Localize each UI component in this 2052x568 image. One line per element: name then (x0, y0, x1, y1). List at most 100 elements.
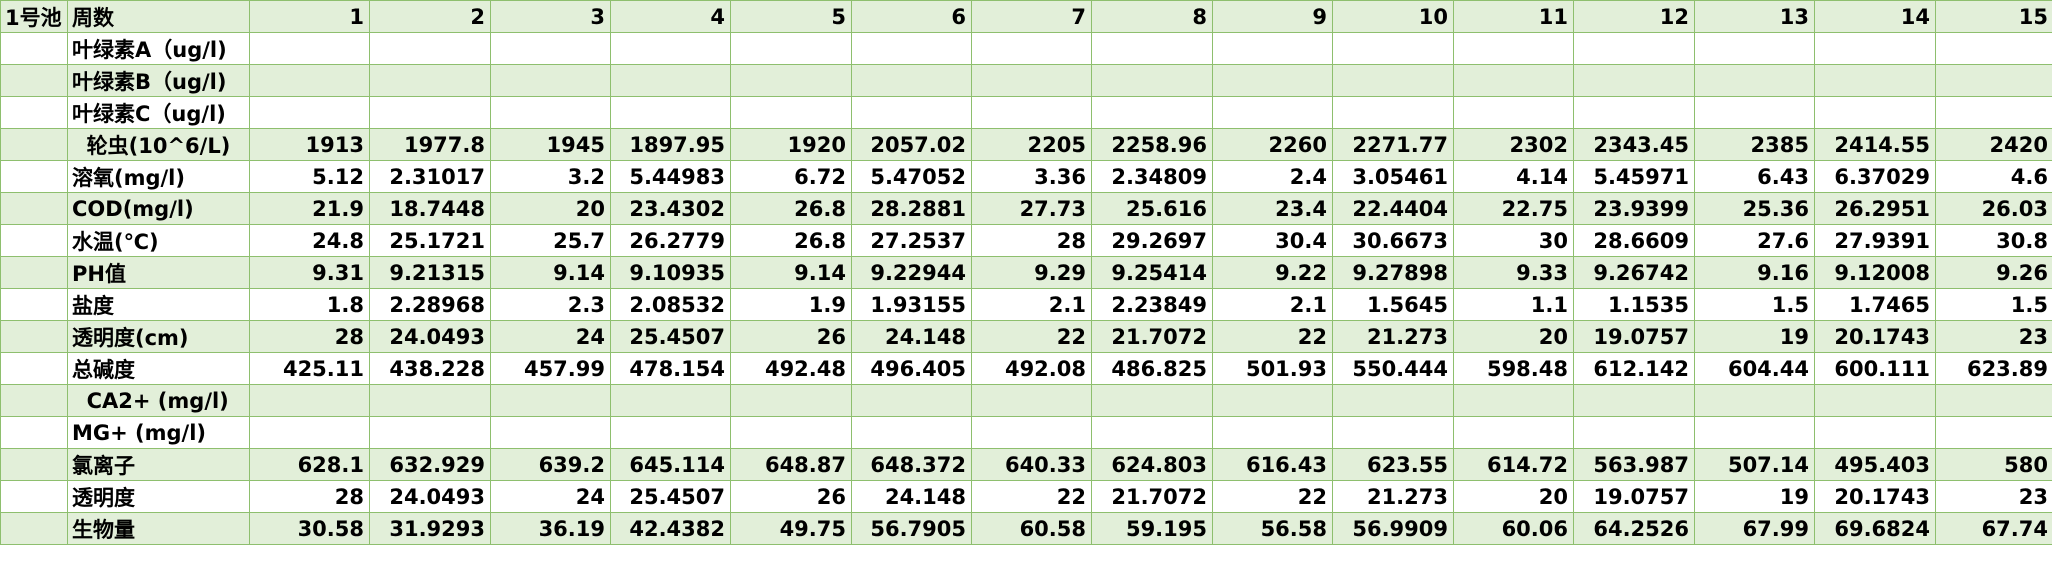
value-cell[interactable] (249, 32, 370, 65)
value-cell[interactable]: 56.9909 (1332, 512, 1454, 545)
value-cell[interactable] (851, 32, 972, 65)
value-cell[interactable]: 19.0757 (1573, 320, 1695, 353)
value-cell[interactable]: 22 (1212, 320, 1333, 353)
value-cell[interactable] (610, 96, 731, 129)
value-cell[interactable]: 1897.95 (610, 128, 731, 161)
value-cell[interactable] (851, 96, 972, 129)
value-cell[interactable]: 9.26742 (1573, 256, 1695, 289)
value-cell[interactable]: 1.93155 (851, 288, 972, 321)
value-cell[interactable] (1814, 96, 1936, 129)
value-cell[interactable] (1573, 416, 1695, 449)
value-cell[interactable]: 632.929 (369, 448, 491, 481)
value-cell[interactable] (1694, 64, 1815, 97)
value-cell[interactable]: 9.25414 (1091, 256, 1213, 289)
value-cell[interactable] (851, 64, 972, 97)
empty-cell[interactable] (0, 416, 68, 449)
value-cell[interactable]: 9.31 (249, 256, 370, 289)
value-cell[interactable]: 501.93 (1212, 352, 1333, 385)
value-cell[interactable]: 24.0493 (369, 480, 491, 513)
value-cell[interactable]: 438.228 (369, 352, 491, 385)
value-cell[interactable]: 2.08532 (610, 288, 731, 321)
value-cell[interactable]: 6.37029 (1814, 160, 1936, 193)
value-cell[interactable]: 9.22944 (851, 256, 972, 289)
value-cell[interactable] (249, 416, 370, 449)
value-cell[interactable] (610, 64, 731, 97)
value-cell[interactable] (1332, 96, 1454, 129)
value-cell[interactable]: 27.73 (971, 192, 1092, 225)
value-cell[interactable] (730, 64, 852, 97)
week-header-cell[interactable]: 5 (730, 0, 852, 33)
value-cell[interactable]: 22.4404 (1332, 192, 1454, 225)
value-cell[interactable]: 5.12 (249, 160, 370, 193)
value-cell[interactable]: 30 (1453, 224, 1574, 257)
value-cell[interactable]: 2260 (1212, 128, 1333, 161)
value-cell[interactable]: 24.8 (249, 224, 370, 257)
value-cell[interactable]: 9.29 (971, 256, 1092, 289)
value-cell[interactable]: 19 (1694, 320, 1815, 353)
value-cell[interactable]: 28 (249, 480, 370, 513)
value-cell[interactable]: 60.06 (1453, 512, 1574, 545)
value-cell[interactable]: 9.26 (1935, 256, 2052, 289)
week-header-cell[interactable]: 11 (1453, 0, 1574, 33)
value-cell[interactable] (1453, 64, 1574, 97)
value-cell[interactable]: 60.58 (971, 512, 1092, 545)
value-cell[interactable]: 56.58 (1212, 512, 1333, 545)
value-cell[interactable] (369, 384, 491, 417)
row-label-cell[interactable]: COD(mg/l) (67, 192, 250, 225)
value-cell[interactable]: 1945 (490, 128, 611, 161)
value-cell[interactable]: 639.2 (490, 448, 611, 481)
value-cell[interactable]: 598.48 (1453, 352, 1574, 385)
value-cell[interactable]: 2258.96 (1091, 128, 1213, 161)
header-label-cell[interactable]: 周数 (67, 0, 250, 33)
value-cell[interactable]: 3.36 (971, 160, 1092, 193)
value-cell[interactable]: 20 (1453, 480, 1574, 513)
empty-cell[interactable] (0, 320, 68, 353)
value-cell[interactable]: 21.273 (1332, 320, 1454, 353)
value-cell[interactable] (1332, 384, 1454, 417)
value-cell[interactable]: 2271.77 (1332, 128, 1454, 161)
empty-cell[interactable] (0, 256, 68, 289)
value-cell[interactable]: 6.72 (730, 160, 852, 193)
empty-cell[interactable] (0, 480, 68, 513)
value-cell[interactable] (1091, 64, 1213, 97)
value-cell[interactable]: 24.0493 (369, 320, 491, 353)
empty-cell[interactable] (0, 192, 68, 225)
empty-cell[interactable] (0, 384, 68, 417)
value-cell[interactable] (1573, 96, 1695, 129)
value-cell[interactable] (1573, 32, 1695, 65)
value-cell[interactable] (971, 64, 1092, 97)
value-cell[interactable] (1935, 64, 2052, 97)
value-cell[interactable] (610, 32, 731, 65)
week-header-cell[interactable]: 8 (1091, 0, 1213, 33)
row-label-cell[interactable]: 氯离子 (67, 448, 250, 481)
value-cell[interactable]: 20 (490, 192, 611, 225)
value-cell[interactable] (1332, 32, 1454, 65)
value-cell[interactable]: 26.2779 (610, 224, 731, 257)
value-cell[interactable]: 2.1 (1212, 288, 1333, 321)
value-cell[interactable] (1212, 32, 1333, 65)
value-cell[interactable]: 21.9 (249, 192, 370, 225)
value-cell[interactable]: 56.7905 (851, 512, 972, 545)
week-header-cell[interactable]: 4 (610, 0, 731, 33)
value-cell[interactable]: 22 (971, 320, 1092, 353)
value-cell[interactable]: 30.6673 (1332, 224, 1454, 257)
value-cell[interactable]: 645.114 (610, 448, 731, 481)
value-cell[interactable] (1935, 416, 2052, 449)
row-label-cell[interactable]: 透明度(cm) (67, 320, 250, 353)
value-cell[interactable]: 600.111 (1814, 352, 1936, 385)
value-cell[interactable]: 9.12008 (1814, 256, 1936, 289)
value-cell[interactable] (1332, 416, 1454, 449)
value-cell[interactable] (1935, 32, 2052, 65)
value-cell[interactable]: 495.403 (1814, 448, 1936, 481)
value-cell[interactable]: 21.7072 (1091, 480, 1213, 513)
value-cell[interactable] (971, 32, 1092, 65)
row-label-cell[interactable]: 生物量 (67, 512, 250, 545)
row-label-cell[interactable]: 盐度 (67, 288, 250, 321)
value-cell[interactable]: 30.8 (1935, 224, 2052, 257)
value-cell[interactable]: 21.273 (1332, 480, 1454, 513)
value-cell[interactable]: 26.2951 (1814, 192, 1936, 225)
empty-cell[interactable] (0, 160, 68, 193)
value-cell[interactable] (730, 96, 852, 129)
value-cell[interactable]: 492.48 (730, 352, 852, 385)
value-cell[interactable]: 550.444 (1332, 352, 1454, 385)
